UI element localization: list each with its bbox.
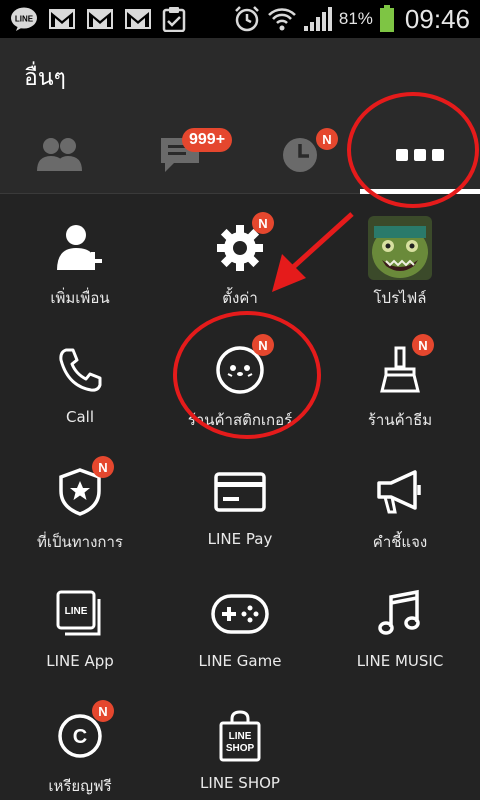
tab-friends[interactable] xyxy=(0,116,120,194)
profile-avatar xyxy=(368,216,432,280)
menu-label: ร้านค้าสติกเกอร์ xyxy=(187,411,293,429)
tab-more[interactable] xyxy=(360,116,480,194)
menu-add-friend[interactable]: เพิ่มเพื่อน xyxy=(0,194,160,316)
menu-label: ตั้งค่า xyxy=(222,289,258,307)
status-bar: LINE 81% 09:46 xyxy=(0,0,480,38)
battery-icon xyxy=(379,5,395,33)
menu-announcements[interactable]: คำชี้แจง xyxy=(320,438,480,560)
line-icon: LINE xyxy=(10,6,38,32)
svg-text:C: C xyxy=(73,726,87,748)
menu-line-pay[interactable]: LINE Pay xyxy=(160,438,320,560)
megaphone-icon xyxy=(377,470,421,514)
menu-label: ที่เป็นทางการ xyxy=(37,533,123,551)
friends-icon xyxy=(37,138,82,171)
tab-timeline[interactable]: N xyxy=(240,116,360,194)
add-friend-icon xyxy=(57,225,102,270)
menu-line-game[interactable]: LINE Game xyxy=(160,560,320,682)
menu-label: LINE App xyxy=(46,652,114,670)
tab-chats[interactable]: 999+ xyxy=(120,116,240,194)
music-note-icon xyxy=(378,589,420,635)
svg-text:LINE: LINE xyxy=(65,606,88,617)
official-new-badge: N xyxy=(92,456,114,478)
menu-sticker-shop[interactable]: N ร้านค้าสติกเกอร์ xyxy=(160,316,320,438)
tab-bar: 999+ N xyxy=(0,116,480,194)
screen: LINE 81% 09:46 อื่นๆ 999+ N เพิ่มเพื่อน … xyxy=(0,0,480,800)
battery-percent: 81% xyxy=(338,9,373,28)
svg-text:LINE: LINE xyxy=(229,731,252,742)
sticker-new-badge: N xyxy=(252,334,274,356)
gmail-icon xyxy=(86,8,114,30)
gamepad-icon xyxy=(211,594,269,634)
menu-line-music[interactable]: LINE MUSIC xyxy=(320,560,480,682)
menu-label: LINE SHOP xyxy=(200,774,280,792)
more-icon xyxy=(396,149,444,161)
settings-new-badge: N xyxy=(252,212,274,234)
gmail-icon xyxy=(124,8,152,30)
timeline-new-badge: N xyxy=(316,128,338,150)
menu-label: เพิ่มเพื่อน xyxy=(50,289,110,307)
menu-label: LINE Pay xyxy=(207,530,273,548)
menu-line-shop[interactable]: LINE SHOP LINE SHOP xyxy=(160,682,320,800)
signal-icon xyxy=(303,6,333,32)
menu-theme-shop[interactable]: N ร้านค้าธีม xyxy=(320,316,480,438)
more-menu-grid: เพิ่มเพื่อน N ตั้งค่า โปรไฟล์ Call N ร้า… xyxy=(0,194,480,800)
clock-time: 09:46 xyxy=(404,3,470,34)
menu-label: เหรียญฟรี xyxy=(48,777,112,795)
coin-new-badge: N xyxy=(92,700,114,722)
alarm-clock-icon xyxy=(233,5,261,33)
menu-line-app[interactable]: LINE LINE App xyxy=(0,560,160,682)
shop-bag-icon: LINE SHOP xyxy=(219,710,261,762)
svg-text:SHOP: SHOP xyxy=(226,743,255,754)
svg-text:LINE: LINE xyxy=(15,15,34,24)
gmail-icon xyxy=(48,8,76,30)
chat-count-badge: 999+ xyxy=(182,128,233,152)
menu-label: LINE MUSIC xyxy=(356,652,444,670)
menu-label: Call xyxy=(65,408,94,426)
theme-new-badge: N xyxy=(412,334,434,356)
line-app-icon: LINE xyxy=(56,590,101,636)
menu-call[interactable]: Call xyxy=(0,316,160,438)
menu-settings[interactable]: N ตั้งค่า xyxy=(160,194,320,316)
phone-icon xyxy=(59,348,102,392)
clipboard-icon xyxy=(162,6,186,32)
menu-label: คำชี้แจง xyxy=(372,533,428,551)
menu-free-coins[interactable]: C N เหรียญฟรี xyxy=(0,682,160,800)
page-title: อื่นๆ xyxy=(24,65,66,91)
menu-label: LINE Game xyxy=(198,652,282,670)
menu-profile[interactable]: โปรไฟล์ xyxy=(320,194,480,316)
card-icon xyxy=(214,472,266,512)
menu-label: ร้านค้าธีม xyxy=(367,411,433,429)
menu-label: โปรไฟล์ xyxy=(373,289,427,307)
menu-official-accounts[interactable]: N ที่เป็นทางการ xyxy=(0,438,160,560)
clock-icon xyxy=(283,138,317,172)
header: อื่นๆ xyxy=(0,38,480,116)
wifi-icon xyxy=(267,6,297,32)
